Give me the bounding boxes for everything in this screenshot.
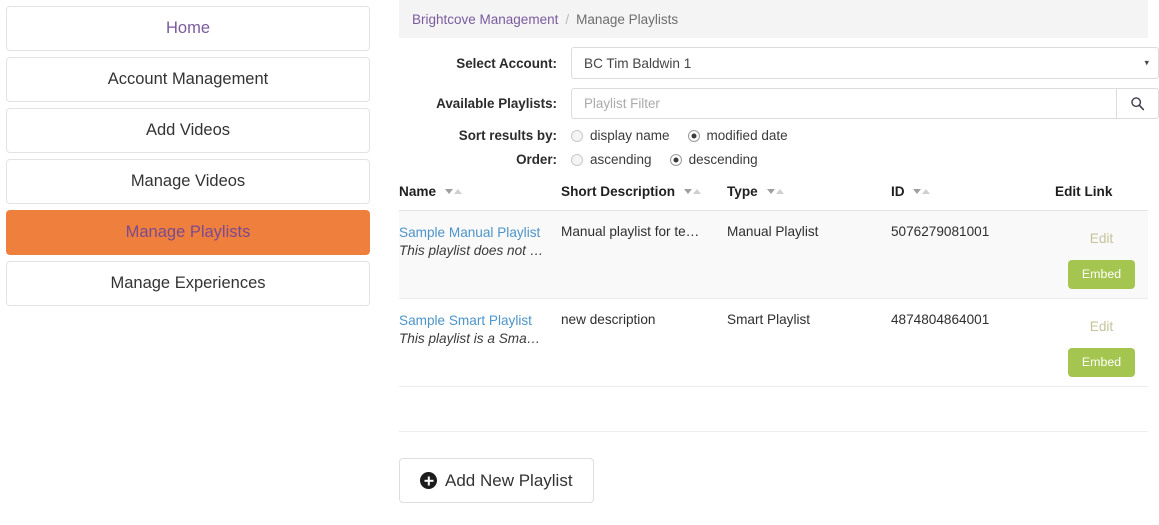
edit-link[interactable]: Edit [1055, 231, 1148, 246]
cell-type: Manual Playlist [727, 210, 891, 299]
radio-icon [669, 153, 682, 166]
embed-button[interactable]: Embed [1067, 260, 1136, 289]
sort-radio-group: display name modified date [571, 128, 806, 143]
playlist-filter-group [571, 88, 1159, 119]
account-select[interactable]: BC Tim Baldwin 1 ▾ [571, 47, 1159, 79]
sort-option-label: modified date [706, 128, 788, 143]
column-header-name[interactable]: Name [399, 184, 561, 211]
breadcrumb-separator: / [565, 11, 570, 27]
sort-arrows-icon[interactable] [913, 187, 931, 195]
add-new-playlist-label: Add New Playlist [445, 470, 573, 490]
available-playlists-label: Available Playlists: [436, 96, 557, 111]
playlist-filter-field-wrap [571, 88, 1159, 119]
playlist-subtitle: This playlist does not … [399, 242, 544, 258]
playlist-search-button[interactable] [1116, 88, 1159, 119]
sidebar-item-label: Manage Experiences [110, 274, 266, 293]
chevron-down-icon: ▾ [1144, 57, 1149, 68]
order-option-descending[interactable]: descending [669, 152, 758, 167]
sidebar-item-label: Account Management [107, 70, 269, 89]
available-playlists-row: Available Playlists: [399, 88, 1159, 119]
cell-name: Sample Manual Playlist This playlist doe… [399, 210, 561, 299]
embed-button[interactable]: Embed [1067, 348, 1136, 377]
playlists-table-container: Name Short Description Type ID Edit Link… [399, 184, 1148, 432]
playlist-name-link[interactable]: Sample Manual Playlist [399, 224, 561, 242]
order-label: Order: [516, 152, 557, 167]
sidebar-item-label: Home [165, 19, 210, 38]
sidebar-item-add-videos[interactable]: Add Videos [6, 108, 370, 153]
cell-short-description: Manual playlist for te… [561, 210, 727, 299]
page-root: Home Account Management Add Videos Manag… [0, 0, 1159, 525]
radio-icon [571, 153, 583, 166]
add-new-playlist-button[interactable]: Add New Playlist [399, 458, 594, 503]
order-option-ascending[interactable]: ascending [571, 152, 652, 167]
order-radio-group: ascending descending [571, 152, 776, 167]
column-header-label: Type [727, 184, 758, 199]
breadcrumb: Brightcove Management / Manage Playlists [399, 0, 1148, 38]
playlists-table-body: Sample Manual Playlist This playlist doe… [399, 210, 1148, 387]
cell-id: 5076279081001 [891, 210, 1055, 299]
sidebar-item-home[interactable]: Home [6, 6, 370, 51]
table-row: Sample Smart Playlist This playlist is a… [399, 298, 1148, 387]
table-row: Sample Manual Playlist This playlist doe… [399, 210, 1148, 299]
search-icon [1131, 97, 1145, 111]
cell-id: 4874804864001 [891, 298, 1055, 387]
account-select-value: BC Tim Baldwin 1 [584, 55, 692, 71]
column-header-label: Edit Link [1055, 184, 1113, 199]
radio-icon [571, 129, 583, 142]
sort-results-label: Sort results by: [458, 128, 557, 143]
sort-results-row: Sort results by: display name modified d… [399, 128, 1159, 143]
column-header-type[interactable]: Type [727, 184, 891, 211]
sidebar-nav: Home Account Management Add Videos Manag… [6, 6, 370, 312]
playlists-table: Name Short Description Type ID Edit Link… [399, 184, 1148, 387]
order-option-label: descending [688, 152, 758, 167]
order-option-label: ascending [590, 152, 652, 167]
sidebar-item-manage-videos[interactable]: Manage Videos [6, 159, 370, 204]
sidebar-item-account-management[interactable]: Account Management [6, 57, 370, 102]
cell-short-description: new description [561, 298, 727, 387]
sort-options-wrap: display name modified date [571, 128, 1159, 143]
playlist-name-link[interactable]: Sample Smart Playlist [399, 312, 561, 330]
column-header-label: Short Description [561, 184, 676, 199]
plus-circle-icon [420, 472, 437, 489]
cell-name: Sample Smart Playlist This playlist is a… [399, 298, 561, 387]
sort-arrows-icon[interactable] [766, 187, 784, 195]
sidebar-item-label: Manage Videos [130, 172, 246, 191]
table-header-row: Name Short Description Type ID Edit Link [399, 184, 1148, 211]
column-header-short-description[interactable]: Short Description [561, 184, 727, 211]
playlist-subtitle: This playlist is a Sma… [399, 330, 541, 346]
sort-option-modified-date[interactable]: modified date [687, 128, 788, 143]
breadcrumb-root-link[interactable]: Brightcove Management [412, 12, 558, 27]
edit-link[interactable]: Edit [1055, 319, 1148, 334]
select-account-label: Select Account: [456, 55, 557, 71]
sort-arrows-icon[interactable] [683, 187, 701, 195]
sidebar-item-manage-playlists[interactable]: Manage Playlists [6, 210, 370, 255]
playlist-filter-input[interactable] [571, 88, 1116, 119]
column-header-label: Name [399, 184, 437, 199]
select-account-row: Select Account: BC Tim Baldwin 1 ▾ [399, 47, 1159, 79]
sidebar-item-label: Add Videos [145, 121, 231, 140]
sidebar-item-manage-experiences[interactable]: Manage Experiences [6, 261, 370, 306]
sidebar-item-label: Manage Playlists [125, 223, 251, 242]
sort-arrows-icon[interactable] [444, 187, 462, 195]
radio-icon [687, 129, 700, 142]
sort-option-display-name[interactable]: display name [571, 128, 670, 143]
cell-edit-link: Edit Embed [1055, 298, 1148, 387]
column-header-edit-link: Edit Link [1055, 184, 1148, 211]
main-content: Brightcove Management / Manage Playlists… [399, 0, 1159, 525]
breadcrumb-current: Manage Playlists [576, 11, 679, 27]
sort-option-label: display name [590, 128, 670, 143]
playlists-table-head: Name Short Description Type ID Edit Link [399, 184, 1148, 211]
column-header-id[interactable]: ID [891, 184, 1055, 211]
order-row: Order: ascending descending [399, 152, 1159, 167]
cell-edit-link: Edit Embed [1055, 210, 1148, 299]
column-header-label: ID [891, 184, 905, 199]
select-account-field-wrap: BC Tim Baldwin 1 ▾ [571, 47, 1159, 79]
cell-type: Smart Playlist [727, 298, 891, 387]
order-options-wrap: ascending descending [571, 152, 1159, 167]
table-bottom-divider [399, 431, 1148, 432]
